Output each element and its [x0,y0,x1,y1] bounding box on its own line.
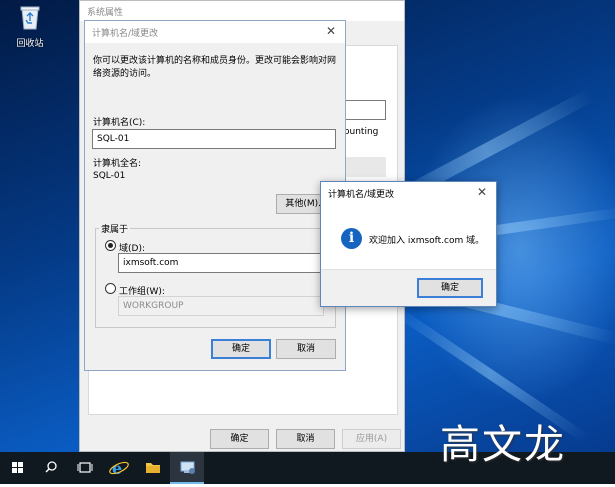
dialog-description: 你可以更改该计算机的名称和成员身份。更改可能会影响对网络资源的访问。 [93,56,337,79]
system-properties-title: 系统属性 [87,8,124,18]
full-name-value: SQL-01 [93,171,126,181]
close-icon[interactable]: ✕ [474,184,490,200]
internet-explorer-icon: e [109,459,129,478]
computer-name-dialog: 计算机名/域更改 ✕ 你可以更改该计算机的名称和成员身份。更改可能会影响对网络资… [84,20,346,371]
ok-button[interactable]: 确定 [210,429,269,449]
computer-name-input[interactable]: SQL-01 [92,129,336,149]
description-input[interactable] [342,100,386,120]
folder-icon [146,463,160,473]
dialog-cancel-button[interactable]: 取消 [276,339,336,359]
full-name-label: 计算机全名: [93,159,142,169]
workgroup-input[interactable]: WORKGROUP [118,296,324,316]
search-button[interactable] [34,452,68,484]
computer-name-dialog-title: 计算机名/域更改 [92,29,159,39]
system-properties-titlebar[interactable]: 系统属性 [80,1,404,21]
computer-name-label: 计算机名(C): [93,118,146,128]
dialog-ok-button[interactable]: 确定 [211,339,271,359]
file-explorer-button[interactable] [136,452,170,484]
welcome-title: 计算机名/域更改 [328,190,395,200]
partial-text: ounting [344,127,379,137]
member-of-label: 隶属于 [99,222,131,235]
recycle-bin-icon [19,4,41,30]
task-view-icon [77,462,93,473]
internet-explorer-button[interactable]: e [102,452,136,484]
recycle-bin-shortcut[interactable]: 回收站 [8,4,52,49]
welcome-titlebar[interactable]: 计算机名/域更改 ✕ [321,182,496,204]
change-button-partial[interactable] [342,157,386,177]
cancel-button[interactable]: 取消 [276,429,335,449]
workgroup-radio[interactable] [105,283,116,294]
domain-input[interactable]: ixmsoft.com [118,253,328,273]
computer-name-dialog-titlebar[interactable]: 计算机名/域更改 ✕ [85,21,345,43]
search-icon [45,461,57,473]
watermark-text: 高文龙 [440,422,566,468]
close-icon[interactable]: ✕ [323,23,339,39]
computer-settings-icon [180,461,195,474]
information-icon: i [341,228,362,249]
apply-button[interactable]: 应用(A) [342,429,401,449]
start-button[interactable] [0,452,34,484]
domain-radio[interactable] [105,240,116,251]
welcome-message-box: 计算机名/域更改 ✕ i 欢迎加入 ixmsoft.com 域。 确定 [320,181,497,307]
windows-logo-icon [12,462,23,473]
welcome-ok-button[interactable]: 确定 [417,278,483,298]
task-view-button[interactable] [68,452,102,484]
radio-selected-dot [108,243,113,248]
svg-text:e: e [112,459,122,478]
welcome-message: 欢迎加入 ixmsoft.com 域。 [369,236,485,246]
recycle-bin-label: 回收站 [16,39,44,49]
system-properties-taskbar-button[interactable] [170,452,204,484]
